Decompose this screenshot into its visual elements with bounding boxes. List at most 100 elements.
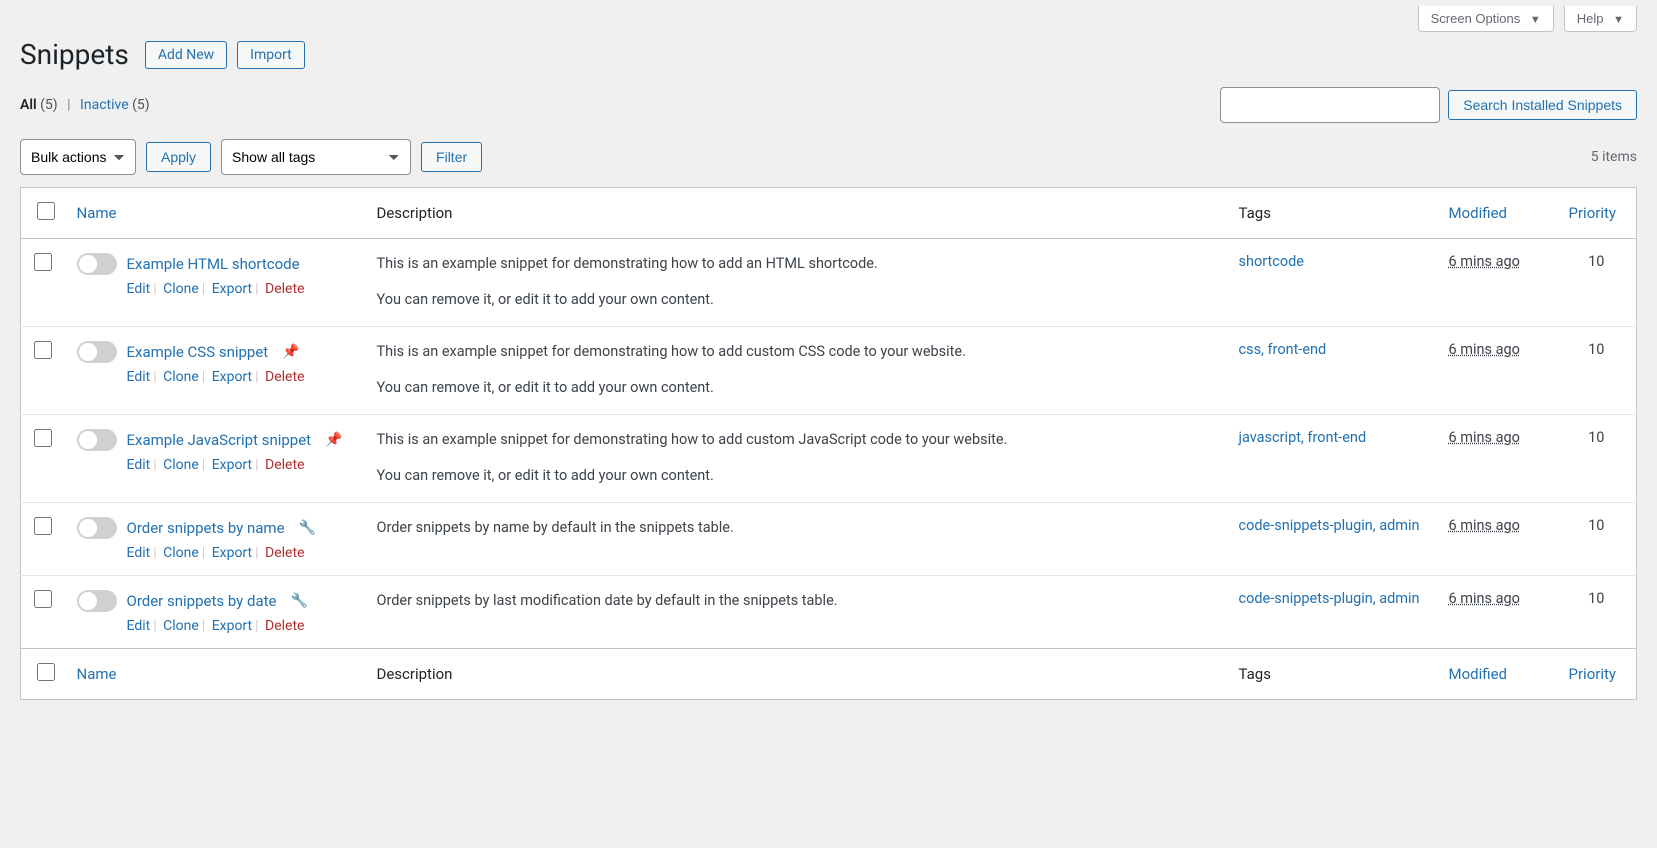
snippet-title-link[interactable]: Order snippets by name [127, 519, 285, 537]
snippet-title-link[interactable]: Order snippets by date [127, 592, 277, 610]
snippet-description-line: Order snippets by last modification date… [377, 590, 1215, 612]
tag-link[interactable]: code-snippets-plugin, admin [1239, 590, 1420, 607]
delete-link[interactable]: Delete [265, 545, 304, 561]
edit-link[interactable]: Edit [127, 545, 151, 561]
export-link[interactable]: Export [212, 618, 252, 634]
table-row: Example JavaScript snippet 📌 Edit| Clone|… [21, 414, 1637, 502]
edit-link[interactable]: Edit [127, 457, 151, 473]
priority-value: 10 [1557, 575, 1637, 648]
snippet-title-link[interactable]: Example CSS snippet [127, 343, 269, 361]
select-all-checkbox[interactable] [37, 202, 55, 220]
activate-toggle[interactable] [77, 517, 117, 539]
view-filters: All (5) | Inactive (5) [20, 97, 150, 113]
priority-value: 10 [1557, 239, 1637, 327]
table-row: Order snippets by date🔧 Edit| Clone| Exp… [21, 575, 1637, 648]
help-label: Help [1577, 11, 1604, 26]
priority-value: 10 [1557, 502, 1637, 575]
snippet-description-line: This is an example snippet for demonstra… [377, 341, 1215, 363]
row-actions: Edit| Clone| Export| Delete [127, 457, 353, 473]
col-name-footer[interactable]: Name [65, 648, 365, 699]
add-new-button[interactable]: Add New [145, 41, 227, 69]
clone-link[interactable]: Clone [163, 281, 199, 297]
help-button[interactable]: Help ▼ [1564, 6, 1637, 32]
delete-link[interactable]: Delete [265, 457, 304, 473]
clone-link[interactable]: Clone [163, 545, 199, 561]
bulk-actions-select[interactable]: Bulk actions [20, 139, 136, 175]
snippet-description-line: This is an example snippet for demonstra… [377, 253, 1215, 275]
tag-link[interactable]: shortcode [1239, 253, 1304, 270]
modified-time: 6 mins ago [1449, 429, 1520, 446]
edit-link[interactable]: Edit [127, 618, 151, 634]
screen-options-button[interactable]: Screen Options ▼ [1418, 6, 1554, 32]
filter-button[interactable]: Filter [421, 142, 482, 172]
col-modified-footer[interactable]: Modified [1437, 648, 1557, 699]
filter-inactive[interactable]: Inactive [80, 97, 129, 113]
activate-toggle[interactable] [77, 341, 117, 363]
tag-link[interactable]: css, front-end [1239, 341, 1327, 358]
wrench-icon: 🔧 [299, 520, 316, 536]
col-description-header: Description [365, 188, 1227, 239]
edit-link[interactable]: Edit [127, 281, 151, 297]
row-actions: Edit| Clone| Export| Delete [127, 545, 353, 561]
col-name-header[interactable]: Name [65, 188, 365, 239]
delete-link[interactable]: Delete [265, 281, 304, 297]
wrench-icon: 🔧 [290, 593, 307, 609]
table-row: Example CSS snippet📌 Edit| Clone| Export… [21, 326, 1637, 414]
delete-link[interactable]: Delete [265, 618, 304, 634]
snippet-title-link[interactable]: Example HTML shortcode [127, 255, 300, 273]
clone-link[interactable]: Clone [163, 618, 199, 634]
delete-link[interactable]: Delete [265, 369, 304, 385]
col-tags-footer: Tags [1227, 648, 1437, 699]
row-checkbox[interactable] [34, 517, 52, 535]
priority-value: 10 [1557, 326, 1637, 414]
pin-icon: 📌 [325, 432, 342, 448]
export-link[interactable]: Export [212, 457, 252, 473]
col-description-footer: Description [365, 648, 1227, 699]
activate-toggle[interactable] [77, 429, 117, 451]
snippet-description-line: You can remove it, or edit it to add you… [377, 289, 1215, 311]
tag-link[interactable]: code-snippets-plugin, admin [1239, 517, 1420, 534]
clone-link[interactable]: Clone [163, 369, 199, 385]
filter-all-count: (5) [40, 97, 58, 113]
select-all-checkbox-bottom[interactable] [37, 663, 55, 681]
row-checkbox[interactable] [34, 341, 52, 359]
tags-filter-select[interactable]: Show all tags [221, 139, 411, 175]
search-button[interactable]: Search Installed Snippets [1448, 90, 1637, 120]
import-button[interactable]: Import [237, 41, 305, 69]
row-checkbox[interactable] [34, 590, 52, 608]
apply-button[interactable]: Apply [146, 142, 211, 172]
activate-toggle[interactable] [77, 253, 117, 275]
chevron-down-icon: ▼ [1530, 14, 1541, 26]
col-priority-header[interactable]: Priority [1557, 188, 1637, 239]
activate-toggle[interactable] [77, 590, 117, 612]
snippet-title-link[interactable]: Example JavaScript snippet [127, 431, 312, 449]
clone-link[interactable]: Clone [163, 457, 199, 473]
snippet-description-line: This is an example snippet for demonstra… [377, 429, 1215, 451]
screen-options-label: Screen Options [1431, 11, 1521, 26]
pin-icon: 📌 [282, 344, 299, 360]
snippets-table: Name Description Tags Modified Priority … [20, 187, 1637, 700]
export-link[interactable]: Export [212, 545, 252, 561]
filter-inactive-count: (5) [132, 97, 150, 113]
page-title: Snippets [20, 38, 129, 71]
search-input[interactable] [1220, 87, 1440, 123]
items-count: 5 items [1591, 149, 1637, 165]
modified-time: 6 mins ago [1449, 341, 1520, 358]
filter-all[interactable]: All [20, 97, 37, 113]
row-actions: Edit| Clone| Export| Delete [127, 281, 353, 297]
export-link[interactable]: Export [212, 369, 252, 385]
col-modified-header[interactable]: Modified [1437, 188, 1557, 239]
modified-time: 6 mins ago [1449, 517, 1520, 534]
edit-link[interactable]: Edit [127, 369, 151, 385]
row-checkbox[interactable] [34, 429, 52, 447]
table-row: Order snippets by name 🔧 Edit| Clone| Exp… [21, 502, 1637, 575]
snippet-description-line: Order snippets by name by default in the… [377, 517, 1215, 539]
col-priority-footer[interactable]: Priority [1557, 648, 1637, 699]
snippet-description-line: You can remove it, or edit it to add you… [377, 465, 1215, 487]
modified-time: 6 mins ago [1449, 590, 1520, 607]
export-link[interactable]: Export [212, 281, 252, 297]
separator: | [67, 97, 70, 113]
row-checkbox[interactable] [34, 253, 52, 271]
col-tags-header: Tags [1227, 188, 1437, 239]
tag-link[interactable]: javascript, front-end [1239, 429, 1367, 446]
